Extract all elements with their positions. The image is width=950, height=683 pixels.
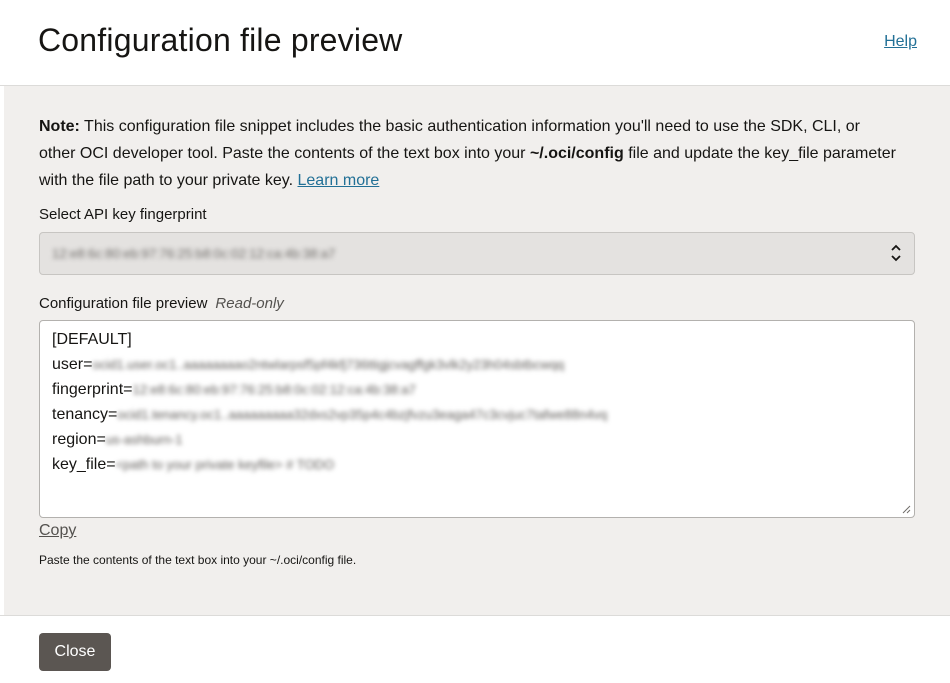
note-label: Note: bbox=[39, 118, 80, 135]
config-line-key: key_file= bbox=[52, 456, 116, 473]
dialog-header: Configuration file preview Help bbox=[0, 0, 950, 86]
config-line-value: ocid1.user.oc1..aaaaaaaao2ntwlarpsf5pf4k… bbox=[92, 357, 565, 372]
config-line: user=ocid1.user.oc1..aaaaaaaao2ntwlarpsf… bbox=[52, 352, 902, 377]
close-button[interactable]: Close bbox=[39, 633, 111, 671]
config-line: fingerprint=12:e8:6c:80:eb:97:76:25:b8:0… bbox=[52, 377, 902, 402]
config-line-value: us-ashburn-1 bbox=[105, 432, 183, 447]
dialog-body: Note: This configuration file snippet in… bbox=[4, 86, 950, 615]
config-preview-dialog: Configuration file preview Help Note: Th… bbox=[0, 0, 950, 683]
config-line-value: ocid1.tenancy.oc1..aaaaaaaaa32dxs2vp35p4… bbox=[117, 407, 608, 422]
config-line-key: tenancy= bbox=[52, 406, 118, 423]
config-line-key: fingerprint= bbox=[52, 381, 133, 398]
fingerprint-select-label: Select API key fingerprint bbox=[39, 206, 207, 223]
resize-grip-icon[interactable] bbox=[901, 504, 911, 514]
config-line-key: user= bbox=[52, 356, 93, 373]
dialog-title: Configuration file preview bbox=[38, 22, 403, 58]
help-link[interactable]: Help bbox=[884, 33, 917, 51]
config-preview-label-text: Configuration file preview bbox=[39, 295, 208, 312]
config-line-key: region= bbox=[52, 431, 106, 448]
copy-hint: Paste the contents of the text box into … bbox=[39, 553, 357, 567]
learn-more-link[interactable]: Learn more bbox=[298, 172, 380, 189]
select-arrows-icon bbox=[891, 244, 901, 262]
config-line: key_file=<path to your private keyfile> … bbox=[52, 452, 902, 477]
copy-link[interactable]: Copy bbox=[39, 522, 76, 540]
config-line-value: <path to your private keyfile> # TODO bbox=[115, 457, 335, 472]
config-line: tenancy=ocid1.tenancy.oc1..aaaaaaaaa32dx… bbox=[52, 402, 902, 427]
note-config-path: ~/.oci/config bbox=[529, 145, 624, 162]
note-paragraph: Note: This configuration file snippet in… bbox=[39, 113, 899, 194]
dialog-footer: Close bbox=[0, 615, 950, 683]
fingerprint-select[interactable]: 12:e8:6c:80:eb:97:76:25:b8:0c:02:12:ca:4… bbox=[39, 232, 915, 275]
config-preview-label: Configuration file preview Read-only bbox=[39, 295, 284, 312]
config-line-value: 12:e8:6c:80:eb:97:76:25:b8:0c:02:12:ca:4… bbox=[132, 382, 416, 397]
fingerprint-select-value: 12:e8:6c:80:eb:97:76:25:b8:0c:02:12:ca:4… bbox=[52, 246, 336, 261]
config-line-key: [DEFAULT] bbox=[52, 331, 132, 348]
readonly-label: Read-only bbox=[215, 295, 284, 312]
config-preview-textarea[interactable]: [DEFAULT] user=ocid1.user.oc1..aaaaaaaao… bbox=[39, 320, 915, 518]
config-line: region=us-ashburn-1 bbox=[52, 427, 902, 452]
config-line: [DEFAULT] bbox=[52, 327, 902, 352]
